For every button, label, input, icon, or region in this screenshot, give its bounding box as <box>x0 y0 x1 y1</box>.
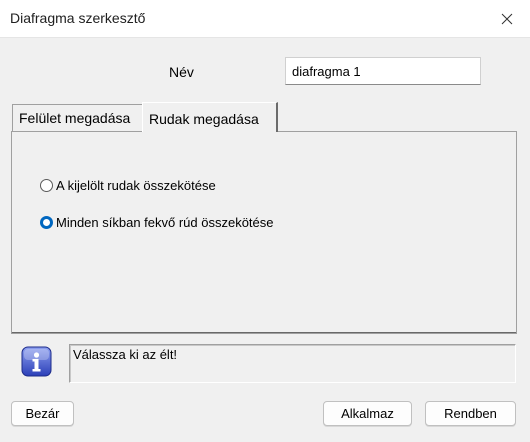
name-label: Név <box>169 64 194 80</box>
radio-all-planar-bars[interactable]: Minden síkban fekvő rúd összekötése <box>40 215 274 230</box>
radio-button-unchecked[interactable] <box>40 179 53 192</box>
radio-label-all-planar-bars: Minden síkban fekvő rúd összekötése <box>56 215 274 230</box>
tab-rudak-megadasa[interactable]: Rudak megadása <box>142 102 278 132</box>
status-message: Válassza ki az élt! <box>73 347 178 362</box>
window-title: Diafragma szerkesztő <box>10 10 146 26</box>
radio-label-selected-bars: A kijelölt rudak összekötése <box>56 178 216 193</box>
title-bar: Diafragma szerkesztő <box>0 0 530 38</box>
close-icon <box>501 13 513 24</box>
ok-button[interactable]: Rendben <box>425 401 516 426</box>
window-close-button[interactable] <box>484 0 530 37</box>
radio-button-checked[interactable] <box>40 216 53 229</box>
close-button[interactable]: Bezár <box>11 401 74 426</box>
status-message-box: Válassza ki az élt! <box>69 344 516 383</box>
apply-button[interactable]: Alkalmaz <box>323 401 412 426</box>
tab-panel <box>11 131 517 334</box>
radio-selected-bars[interactable]: A kijelölt rudak összekötése <box>40 178 216 193</box>
name-input[interactable] <box>285 57 481 85</box>
tab-felulet-megadasa[interactable]: Felület megadása <box>12 104 143 131</box>
info-icon <box>21 346 52 377</box>
